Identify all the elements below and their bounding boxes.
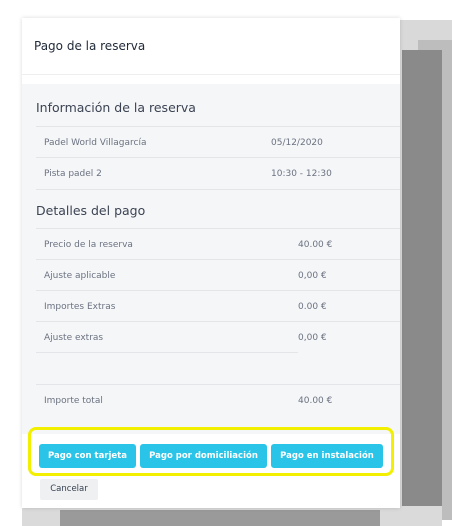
payment-row-value: 40.00 € bbox=[298, 240, 333, 250]
payment-row: Importes Extras 0.00 € bbox=[36, 290, 400, 322]
payment-row-label: Precio de la reserva bbox=[44, 240, 133, 250]
reservation-row-value: 05/12/2020 bbox=[271, 138, 323, 148]
reservation-row-value: 10:30 - 12:30 bbox=[271, 169, 332, 179]
payment-row-value: 0.00 € bbox=[298, 302, 327, 312]
reservation-row-label: Pista padel 2 bbox=[44, 169, 102, 179]
payment-row-value: 0,00 € bbox=[298, 271, 327, 281]
reservation-info-heading: Información de la reserva bbox=[36, 100, 196, 115]
payment-row-label: Ajuste aplicable bbox=[44, 271, 116, 281]
pay-by-direct-debit-button[interactable]: Pago por domiciliación bbox=[140, 444, 267, 468]
payment-total-value: 40.00 € bbox=[298, 396, 333, 406]
cancel-button[interactable]: Cancelar bbox=[40, 479, 98, 500]
payment-details-heading: Detalles del pago bbox=[36, 203, 146, 218]
reservation-row: Pista padel 2 10:30 - 12:30 bbox=[36, 157, 400, 190]
pay-on-site-button[interactable]: Pago en instalación bbox=[271, 444, 383, 468]
payment-row: Precio de la reserva 40.00 € bbox=[36, 228, 400, 260]
reservation-row: Padel World Villagarcía 05/12/2020 bbox=[36, 126, 400, 158]
pay-by-card-button[interactable]: Pago con tarjeta bbox=[39, 444, 136, 468]
backdrop-block bbox=[402, 50, 442, 510]
payment-row-label: Importes Extras bbox=[44, 302, 116, 312]
modal-body: Información de la reserva Padel World Vi… bbox=[22, 84, 400, 434]
payment-row: Ajuste extras 0,00 € bbox=[36, 321, 400, 353]
payment-row-label: Ajuste extras bbox=[44, 333, 104, 343]
modal-header: Pago de la reserva bbox=[22, 18, 400, 75]
payment-row: Ajuste aplicable 0,00 € bbox=[36, 259, 400, 291]
modal-title: Pago de la reserva bbox=[34, 39, 146, 53]
payment-row-value: 0,00 € bbox=[298, 333, 327, 343]
payment-total-label: Importe total bbox=[44, 396, 103, 406]
divider bbox=[36, 352, 298, 353]
reservation-row-label: Padel World Villagarcía bbox=[44, 138, 147, 148]
payment-total-row: Importe total 40.00 € bbox=[36, 384, 400, 416]
backdrop-block bbox=[60, 510, 380, 526]
